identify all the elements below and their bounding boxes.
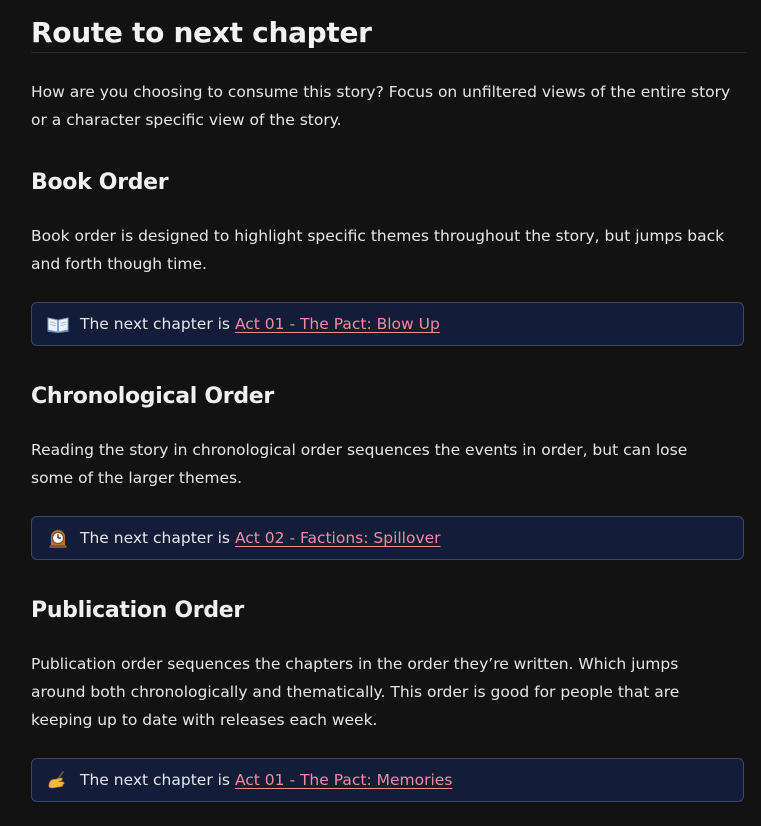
section-heading-publication-order: Publication Order [31, 598, 244, 623]
callout-publication-order: The next chapter is Act 01 - The Pact: M… [31, 758, 744, 802]
title-divider [31, 52, 746, 53]
callout-chronological-order: The next chapter is Act 02 - Factions: S… [31, 516, 744, 560]
next-chapter-link-chronological-order[interactable]: Act 02 - Factions: Spillover [235, 529, 441, 547]
next-chapter-link-publication-order[interactable]: Act 01 - The Pact: Memories [235, 771, 452, 789]
intro-paragraph: How are you choosing to consume this sto… [31, 83, 731, 129]
section-description-book-order: Book order is designed to highlight spec… [31, 227, 725, 273]
callout-prefix: The next chapter is [80, 529, 230, 547]
open-book-icon [47, 313, 69, 335]
page-title: Route to next chapter [31, 16, 372, 49]
section-description-publication-order: Publication order sequences the chapters… [31, 655, 680, 729]
section-heading-book-order: Book Order [31, 170, 169, 195]
callout-prefix: The next chapter is [80, 771, 230, 789]
section-heading-chronological-order: Chronological Order [31, 384, 274, 409]
writing-hand-icon [47, 769, 69, 791]
section-description-chronological-order: Reading the story in chronological order… [31, 441, 688, 487]
callout-book-order: The next chapter is Act 01 - The Pact: B… [31, 302, 744, 346]
mantelpiece-clock-icon [47, 527, 69, 549]
next-chapter-link-book-order[interactable]: Act 01 - The Pact: Blow Up [235, 315, 440, 333]
callout-prefix: The next chapter is [80, 315, 230, 333]
